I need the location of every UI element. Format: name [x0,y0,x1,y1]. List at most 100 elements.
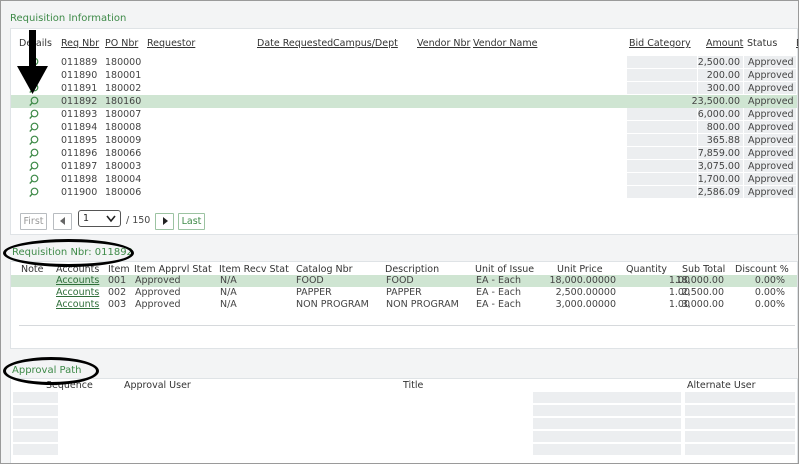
magnifier-icon[interactable] [29,161,39,172]
pager-prev-button[interactable] [53,213,72,230]
unit-of-issue-cell: EA - Each [476,275,522,286]
requisition-row[interactable]: 011896 180066 7,859.00 Approved [11,147,797,160]
approval-path-highlight [3,357,99,385]
approval-cell-background [533,405,681,416]
col-campus-dept[interactable]: Campus/Dept [333,38,398,49]
unit-of-issue-cell: EA - Each [476,299,522,310]
col-approval-user: Approval User [124,380,191,391]
req-nbr-cell: 011895 [61,135,98,146]
requisition-row[interactable]: 011890 180001 200.00 Approved [11,69,797,82]
amount-cell: 6,000.00 [697,109,740,120]
col-amount[interactable]: Amount [706,38,743,49]
col-requestor[interactable]: Requestor [147,38,195,49]
requisition-row[interactable]: 011894 180008 800.00 Approved [11,121,797,134]
col-title: Title [403,380,424,391]
requisition-row[interactable]: 011889 180000 2,500.00 Approved [11,56,797,69]
amount-cell: 3,075.00 [697,161,740,172]
chevron-left-icon [59,217,65,225]
pager-first-button[interactable]: First [20,213,47,230]
approval-path-panel: Sequence Approval User Title Alternate U… [10,378,798,463]
col-bid-category[interactable]: Bid Category [629,38,691,49]
detail-row[interactable]: Accounts 001 Approved N/A FOOD FOOD EA - Each 1… [11,275,797,287]
amount-cell: 300.00 [706,83,740,94]
col-po-nbr[interactable]: PO Nbr [105,38,138,49]
col-date-requested[interactable]: Date Requested [257,38,333,49]
requisition-row[interactable]: 011898 180004 1,700.00 Approved [11,173,797,186]
amount-cell: 1,700.00 [697,174,740,185]
magnifier-icon[interactable] [29,187,39,198]
status-cell: Approved [748,174,794,185]
po-nbr-cell: 180007 [105,109,142,120]
po-nbr-cell: 180160 [105,96,142,107]
status-cell: Approved [748,187,794,198]
req-nbr-cell: 011897 [61,161,98,172]
po-nbr-cell: 180066 [105,148,142,159]
col-item-recv-stat: Item Recv Stat [219,264,289,275]
magnifier-icon[interactable] [29,122,39,133]
requisition-row[interactable]: 011893 180007 6,000.00 Approved [11,108,797,121]
status-cell: Approved [748,135,794,146]
req-nbr-cell: 011889 [61,57,98,68]
req-nbr-cell: 011891 [61,83,98,94]
requisition-row[interactable]: 011891 180002 300.00 Approved [11,82,797,95]
po-nbr-cell: 180001 [105,70,142,81]
approval-cell-background [533,431,681,442]
magnifier-icon[interactable] [29,148,39,159]
item-cell: 002 [108,287,127,298]
amount-cell: 2,500.00 [697,57,740,68]
accounts-link[interactable]: Accounts [56,275,99,287]
col-discount: Discount % [735,264,789,275]
item-cell: 003 [108,299,127,310]
req-nbr-cell: 011900 [61,187,98,198]
unit-price-cell: 3,000.00000 [555,299,616,310]
item-apprvl-cell: Approved [135,299,181,310]
catalog-nbr-cell: FOOD [296,275,324,286]
chevron-right-icon [162,217,168,225]
chevron-down-icon [106,215,116,223]
pager-page-select[interactable]: 1 [78,210,121,227]
col-vendor-name[interactable]: Vendor Name [473,38,537,49]
accounts-link[interactable]: Accounts [56,299,99,311]
status-cell: Approved [748,122,794,133]
requisition-row[interactable]: 011892 180160 23,500.00 Approved [11,95,797,108]
po-nbr-cell: 180009 [105,135,142,146]
requisition-row[interactable]: 011897 180003 3,075.00 Approved [11,160,797,173]
app-frame: Requisition Information Details Req Nbr … [0,0,799,464]
detail-row[interactable]: Accounts 003 Approved N/A NON PROGRAM NON PRO… [11,299,797,311]
requisition-row[interactable]: 011900 180006 2,586.09 Approved [11,186,797,199]
po-nbr-cell: 180002 [105,83,142,94]
amount-cell: 800.00 [706,122,740,133]
accounts-link[interactable]: Accounts [56,287,99,299]
pager-total: / 150 [126,215,151,226]
description-cell: PAPPER [386,287,422,298]
unit-price-cell: 2,500.00000 [555,287,616,298]
detail-row[interactable]: Accounts 002 Approved N/A PAPPER PAPPER EA - E… [11,287,797,299]
col-item-apprvl-stat: Item Apprvl Stat [134,264,212,275]
pager-last-button[interactable]: Last [178,213,205,230]
item-cell: 001 [108,275,127,286]
po-nbr-cell: 180003 [105,161,142,172]
requisition-row[interactable]: 011895 180009 365.88 Approved [11,134,797,147]
po-nbr-cell: 180000 [105,57,142,68]
item-apprvl-cell: Approved [135,275,181,286]
approval-cell-background [533,444,681,455]
catalog-nbr-cell: NON PROGRAM [296,299,369,310]
approval-cell-background [685,392,795,403]
requisition-nbr-highlight [3,239,134,267]
approval-cell-background [13,392,58,403]
magnifier-icon[interactable] [29,135,39,146]
req-nbr-cell: 011896 [61,148,98,159]
pager-next-button[interactable] [155,213,174,230]
approval-cell-background [685,444,795,455]
magnifier-icon[interactable] [29,109,39,120]
col-vendor-nbr[interactable]: Vendor Nbr [417,38,470,49]
col-req-nbr[interactable]: Req Nbr [61,38,99,49]
requisition-info-panel: Details Req Nbr PO Nbr Requestor Date Re… [10,28,798,235]
req-nbr-cell: 011894 [61,122,98,133]
approval-cell-background [533,392,681,403]
item-recv-cell: N/A [220,299,237,310]
magnifier-icon[interactable] [29,174,39,185]
discount-cell: 0.00% [754,287,785,298]
req-nbr-cell: 011892 [61,96,98,107]
req-nbr-cell: 011898 [61,174,98,185]
